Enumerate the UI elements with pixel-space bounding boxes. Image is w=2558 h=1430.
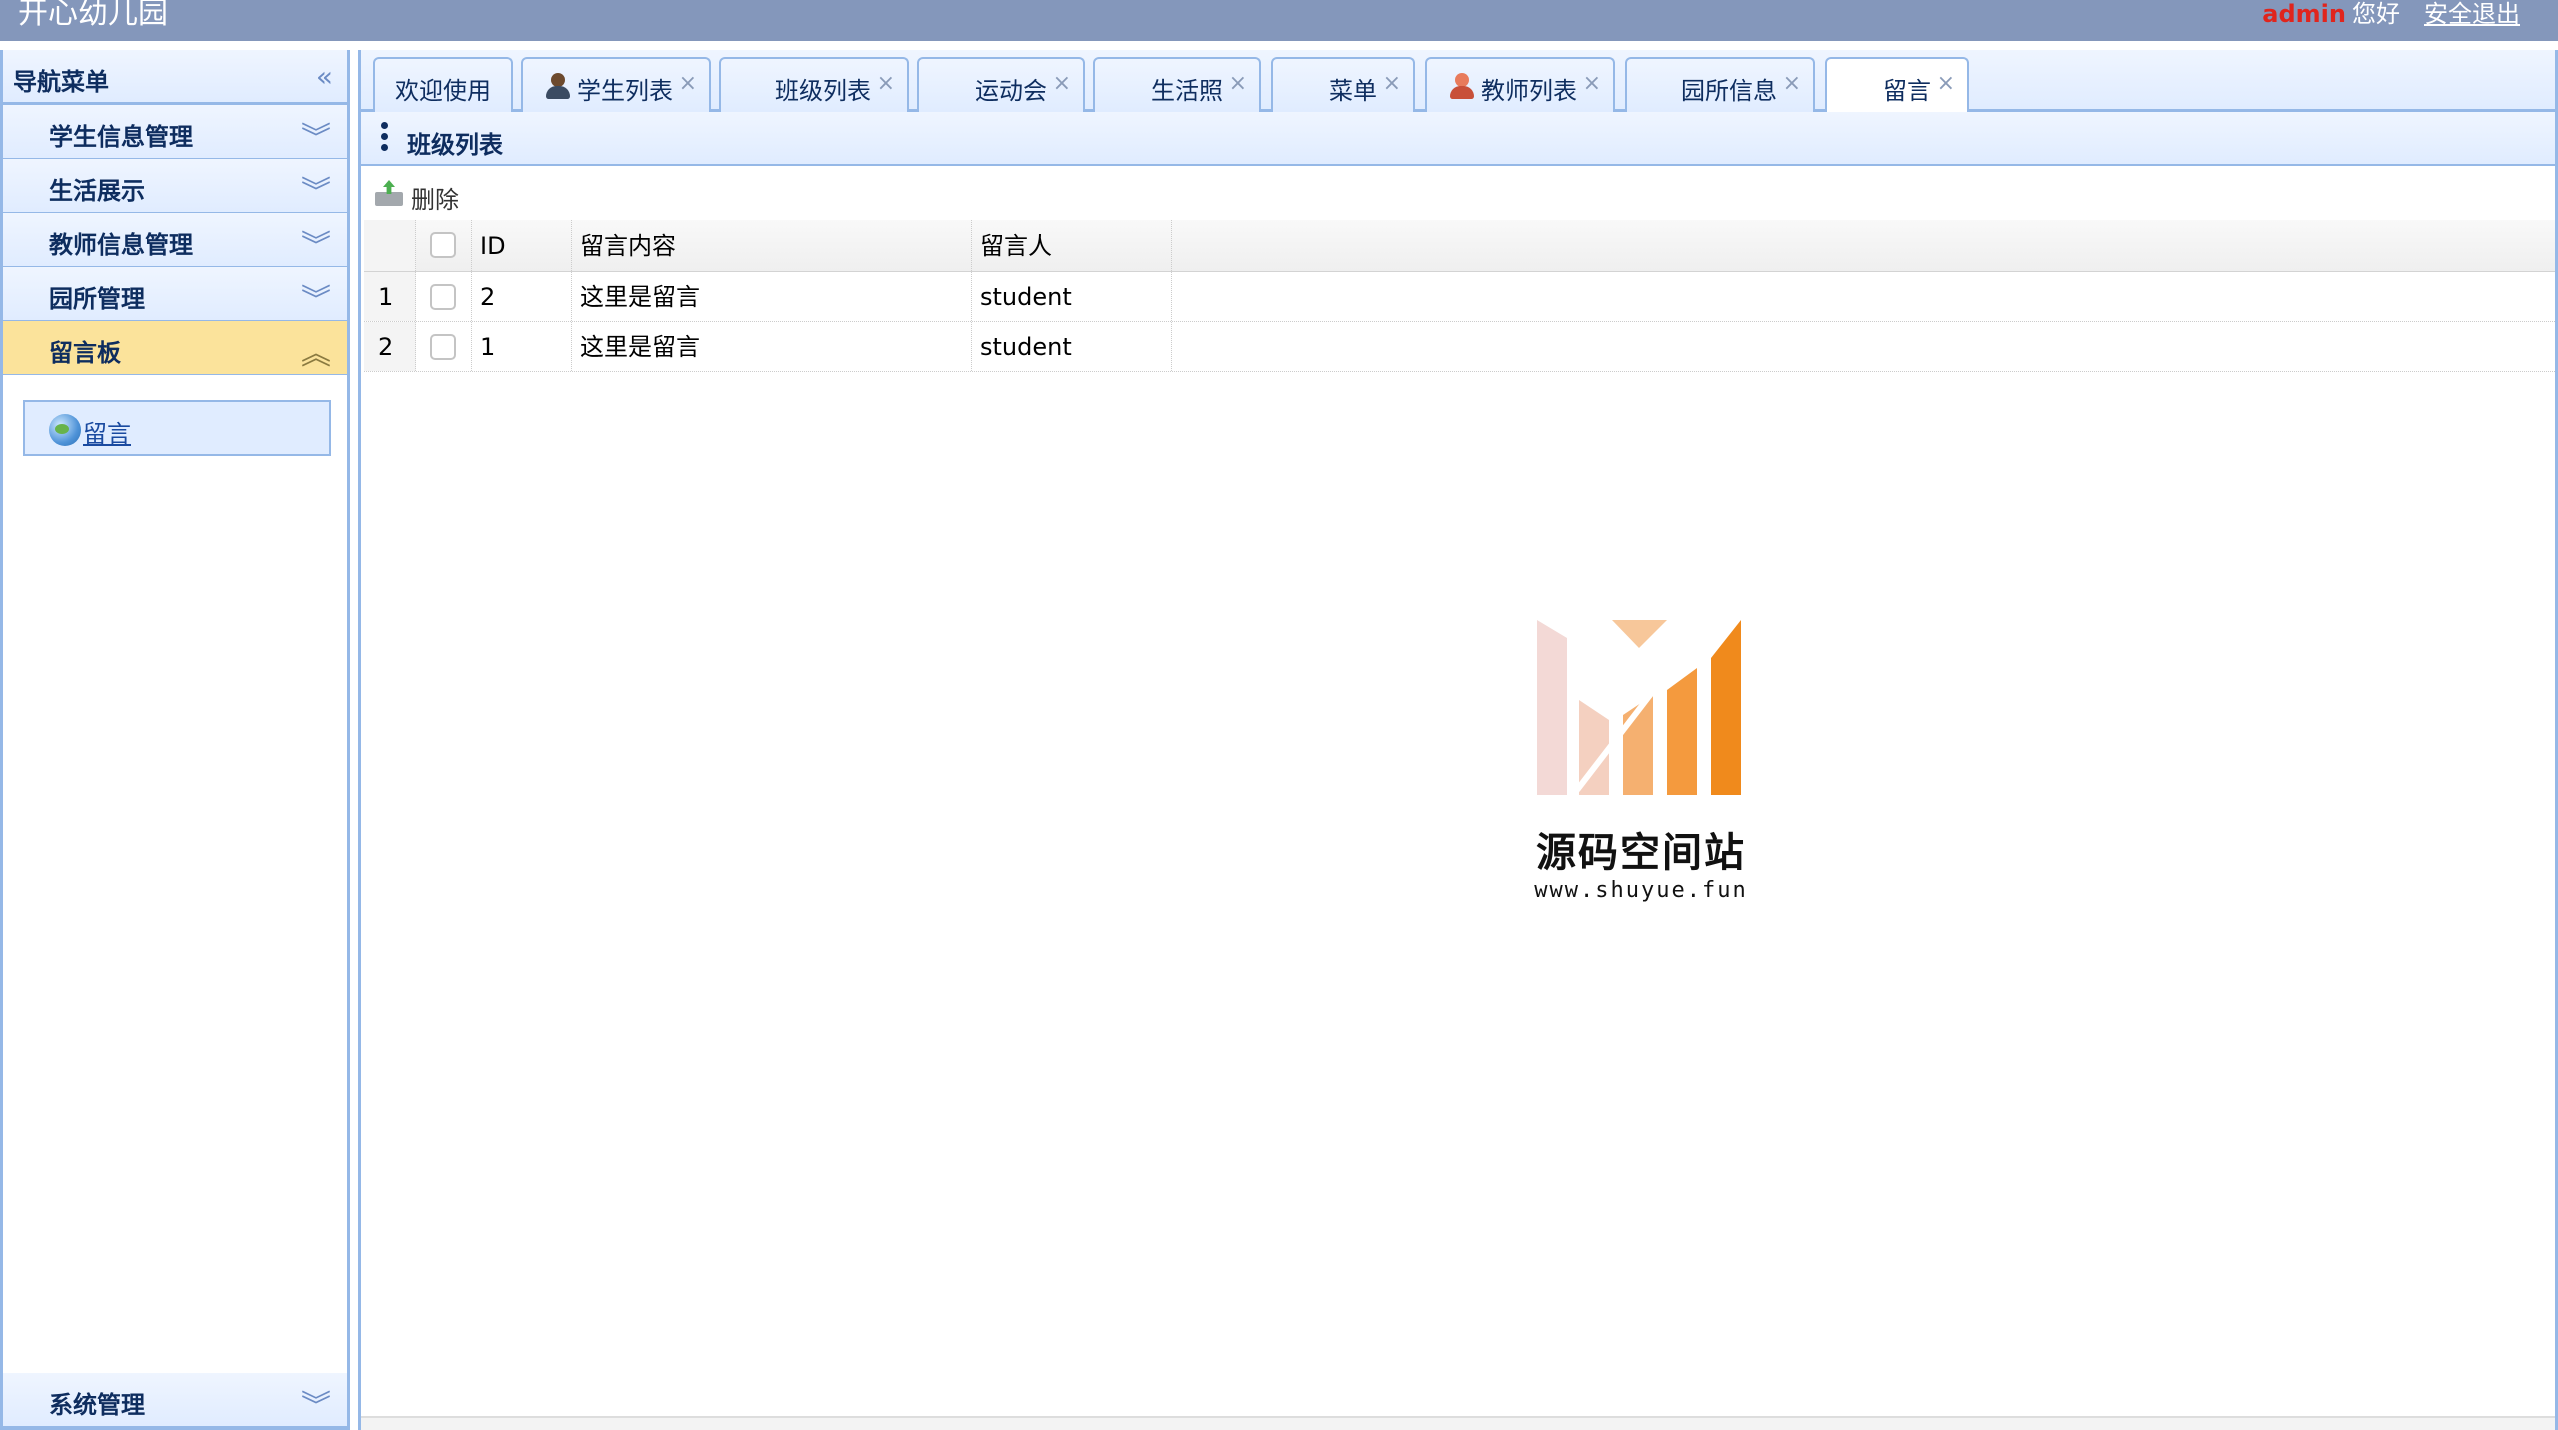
more-vertical-icon: [381, 122, 389, 156]
close-icon[interactable]: ×: [1583, 71, 1601, 96]
close-icon[interactable]: ×: [1229, 71, 1247, 96]
tab-life-photos[interactable]: 生活照 ×: [1093, 57, 1261, 112]
message-board-panel: 留言: [3, 375, 347, 1430]
column-header-author[interactable]: 留言人: [972, 220, 1172, 271]
sidebar-item-system-management[interactable]: 系统管理 ︾: [3, 1373, 347, 1427]
tab-label: 学生列表: [577, 77, 673, 105]
greeting-text: 您好: [2352, 0, 2400, 28]
student-icon: [543, 71, 573, 101]
column-header-id[interactable]: ID: [472, 220, 572, 271]
table-row[interactable]: 2 1 这里是留言 student: [364, 322, 2555, 372]
close-icon[interactable]: ×: [1053, 71, 1071, 96]
tab-label: 运动会: [975, 77, 1047, 105]
close-icon[interactable]: ×: [1937, 71, 1955, 96]
row-checkbox[interactable]: [430, 284, 456, 310]
panel-title: 班级列表: [407, 131, 503, 159]
main-content: 欢迎使用 学生列表 × 班级列表 × 运动会 × 生活照 × 菜单 × 教师列表…: [358, 50, 2558, 1430]
cell-id: 2: [472, 272, 572, 321]
close-icon[interactable]: ×: [679, 71, 697, 96]
chevron-down-icon: ︾: [301, 1389, 331, 1424]
row-checkbox[interactable]: [430, 334, 456, 360]
tab-message[interactable]: 留言 ×: [1825, 57, 1969, 115]
tab-label: 留言: [1883, 77, 1931, 105]
sidebar-item-campus-management[interactable]: 园所管理 ︾: [3, 267, 347, 321]
tab-label: 欢迎使用: [395, 77, 491, 105]
tab-teacher-list[interactable]: 教师列表 ×: [1425, 57, 1615, 112]
chevron-down-icon: ︾: [301, 229, 331, 264]
chevron-down-icon: ︾: [301, 121, 331, 156]
logout-link[interactable]: 安全退出: [2424, 0, 2520, 28]
cell-author: student: [972, 322, 1172, 371]
message-grid: ID 留言内容 留言人 1 2 这里是留言 student 2 1 这里是留言 …: [364, 220, 2555, 372]
sidebar: 导航菜单 « 学生信息管理 ︾ 生活展示 ︾ 教师信息管理 ︾ 园所管理 ︾ 留…: [0, 50, 350, 1430]
close-icon[interactable]: ×: [1383, 71, 1401, 96]
tab-menu[interactable]: 菜单 ×: [1271, 57, 1415, 112]
sidebar-item-label: 教师信息管理: [49, 231, 193, 259]
sidebar-title: 导航菜单: [13, 68, 109, 96]
row-number-header: [364, 220, 416, 271]
top-header: 开心幼儿园 admin 您好 安全退出: [0, 0, 2558, 41]
tab-student-list[interactable]: 学生列表 ×: [521, 57, 711, 112]
sidebar-item-teacher-info[interactable]: 教师信息管理 ︾: [3, 213, 347, 267]
delete-icon: [375, 180, 403, 206]
cell-id: 1: [472, 322, 572, 371]
chevron-up-icon: ︽: [301, 337, 331, 372]
tab-label: 园所信息: [1681, 77, 1777, 105]
sidebar-item-label: 园所管理: [49, 285, 145, 313]
cell-content: 这里是留言: [572, 272, 972, 321]
grid-header-row: ID 留言内容 留言人: [364, 220, 2555, 272]
row-number: 1: [364, 272, 416, 321]
submenu-message-link[interactable]: 留言: [23, 400, 331, 456]
sidebar-item-label: 系统管理: [49, 1391, 145, 1419]
chevron-down-icon: ︾: [301, 175, 331, 210]
tab-label: 班级列表: [775, 77, 871, 105]
sidebar-item-label: 留言板: [49, 339, 121, 367]
tab-bar: 欢迎使用 学生列表 × 班级列表 × 运动会 × 生活照 × 菜单 × 教师列表…: [361, 50, 2555, 115]
cell-author: student: [972, 272, 1172, 321]
select-all-checkbox[interactable]: [430, 232, 456, 258]
cell-content: 这里是留言: [572, 322, 972, 371]
select-all-cell: [416, 220, 472, 271]
tab-campus-info[interactable]: 园所信息 ×: [1625, 57, 1815, 112]
sidebar-item-message-board[interactable]: 留言板 ︽: [3, 321, 347, 375]
tab-welcome[interactable]: 欢迎使用: [373, 57, 513, 112]
tab-label: 教师列表: [1481, 77, 1577, 105]
close-icon[interactable]: ×: [1783, 71, 1801, 96]
watermark-logo-icon: [1537, 620, 1741, 795]
header-user-area: admin 您好 安全退出: [2262, 0, 2520, 28]
row-checkbox-cell: [416, 272, 472, 321]
tab-sports-meet[interactable]: 运动会 ×: [917, 57, 1085, 112]
submenu-message-label: 留言: [83, 420, 131, 448]
app-title: 开心幼儿园: [18, 0, 168, 31]
tab-label: 生活照: [1151, 77, 1223, 105]
watermark: 源码空间站 www.shuyue.fun: [1521, 620, 1761, 910]
username: admin: [2262, 0, 2346, 28]
watermark-url: www.shuyue.fun: [1534, 878, 1748, 903]
globe-icon: [49, 414, 81, 446]
collapse-sidebar-icon[interactable]: «: [316, 60, 333, 93]
sidebar-item-life-display[interactable]: 生活展示 ︾: [3, 159, 347, 213]
sidebar-item-label: 生活展示: [49, 177, 145, 205]
chevron-down-icon: ︾: [301, 283, 331, 318]
sidebar-item-student-info[interactable]: 学生信息管理 ︾: [3, 105, 347, 159]
tab-class-list[interactable]: 班级列表 ×: [719, 57, 909, 112]
delete-label: 删除: [411, 186, 459, 214]
table-row[interactable]: 1 2 这里是留言 student: [364, 272, 2555, 322]
column-header-content[interactable]: 留言内容: [572, 220, 972, 271]
row-number: 2: [364, 322, 416, 371]
row-checkbox-cell: [416, 322, 472, 371]
tab-label: 菜单: [1329, 77, 1377, 105]
teacher-icon: [1447, 71, 1477, 101]
watermark-title: 源码空间站: [1536, 830, 1746, 876]
sidebar-header: 导航菜单 «: [3, 50, 347, 105]
close-icon[interactable]: ×: [877, 71, 895, 96]
panel-title-bar: 班级列表: [361, 112, 2555, 166]
sidebar-item-label: 学生信息管理: [49, 123, 193, 151]
pagination-bar: [361, 1416, 2555, 1430]
grid-toolbar: 删除: [361, 168, 2555, 220]
